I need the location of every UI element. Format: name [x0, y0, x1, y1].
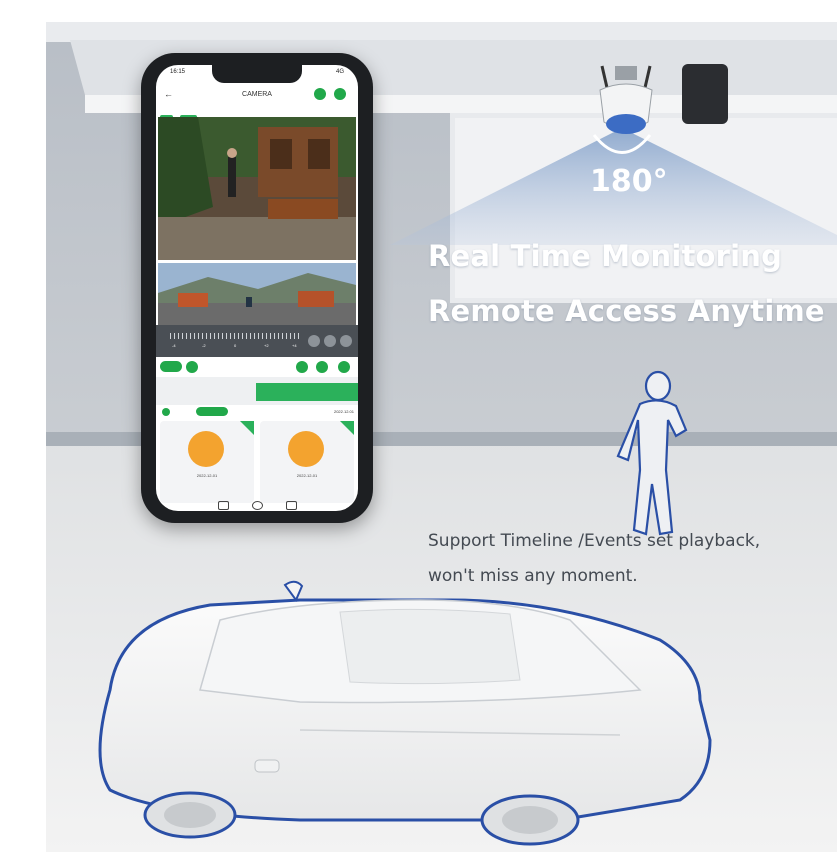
playback-timeline[interactable]: -4 -2 0 +2 +4 [156, 325, 358, 357]
live-video-feed-2[interactable] [158, 263, 356, 325]
playback-tools [156, 357, 358, 377]
tick-label: 0 [234, 343, 237, 348]
tick-label: -4 [172, 343, 176, 348]
tick-label: -2 [202, 343, 206, 348]
cloud-icon [162, 408, 170, 416]
recorded-segment [256, 383, 358, 401]
record-toggle[interactable] [160, 361, 182, 372]
tick-label: +2 [264, 343, 269, 348]
event-card-time: 2022-12-01 [196, 473, 218, 478]
app-title: CAMERA [242, 91, 272, 98]
event-icon [288, 431, 324, 467]
scene-illustration [0, 0, 837, 852]
pause-button[interactable] [324, 335, 336, 347]
event-icon [188, 431, 224, 467]
filter-toggle[interactable] [196, 407, 228, 416]
snapshot-icon[interactable] [186, 361, 198, 373]
headline-line-1: Real Time Monitoring [428, 239, 783, 273]
caption-line-2: won't miss any moment. [428, 566, 638, 586]
live-video-feed-1[interactable] [158, 117, 356, 260]
coverage-angle-label: 180° [590, 164, 668, 199]
timeline-ticks [170, 333, 300, 339]
caption-line-1: Support Timeline /Events set playback, [428, 531, 761, 551]
user-icon[interactable] [314, 88, 326, 100]
rewind-button[interactable] [308, 335, 320, 347]
phone-notch [212, 65, 302, 83]
event-list-header: 2022.12.01 [156, 405, 358, 419]
screenshot-icon[interactable] [218, 501, 229, 510]
play-icon[interactable] [316, 361, 328, 373]
settings-icon[interactable] [334, 88, 346, 100]
tick-label: +4 [292, 343, 297, 348]
phone-screen: 16:15 4G ← CAMERA Live Online [156, 65, 358, 511]
product-scene: 180° Real Time Monitoring Remote Access … [0, 0, 837, 852]
event-timeline-bar[interactable] [156, 377, 358, 405]
phone-mockup: 16:15 4G ← CAMERA Live Online [141, 53, 373, 523]
forward-button[interactable] [340, 335, 352, 347]
hub-device-icon [682, 64, 728, 124]
gallery-icon[interactable] [286, 501, 297, 510]
bottom-toolbar [156, 501, 358, 511]
event-card[interactable]: 2022-12-01 [160, 421, 254, 503]
info-icon[interactable] [338, 361, 350, 373]
event-card[interactable]: 2022-12-01 [260, 421, 354, 503]
status-time: 16:15 [170, 69, 186, 75]
event-card-time: 2022-12-01 [296, 473, 318, 478]
app-navbar: ← CAMERA [156, 83, 358, 105]
talk-icon[interactable] [252, 501, 263, 510]
refresh-icon[interactable] [296, 361, 308, 373]
headline-line-2: Remote Access Anytime [428, 294, 825, 328]
status-network: 4G [335, 69, 344, 75]
status-tags: Live Online [160, 107, 199, 122]
event-date: 2022.12.01 [333, 409, 354, 414]
